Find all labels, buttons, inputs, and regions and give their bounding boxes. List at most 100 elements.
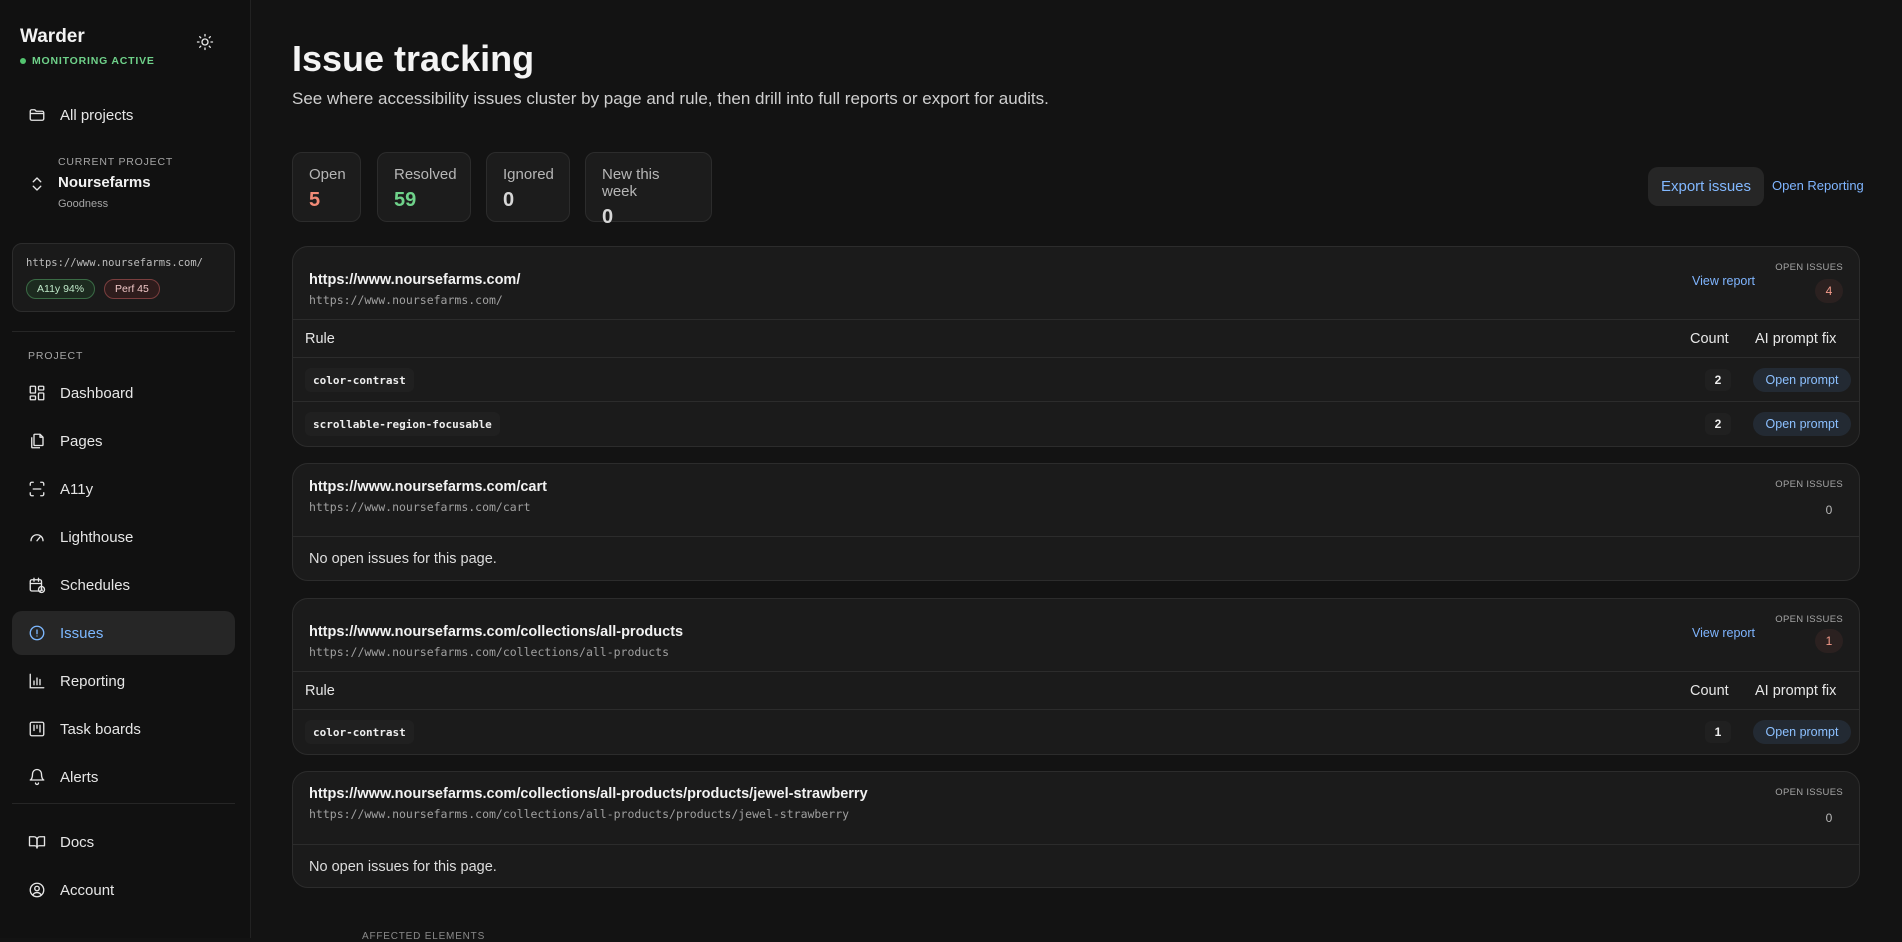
open-issues-count: 0 xyxy=(1825,811,1833,825)
sun-icon xyxy=(196,33,214,51)
stat-value: 59 xyxy=(394,189,417,211)
page-card-header: https://www.noursefarms.com/ https://www… xyxy=(293,247,1859,319)
export-issues-button[interactable]: Export issues xyxy=(1648,167,1764,206)
rules-table-header: Rule Count AI prompt fix xyxy=(293,319,1859,357)
sidebar-item-task-boards[interactable]: Task boards xyxy=(12,707,235,751)
rule-name: scrollable-region-focusable xyxy=(305,412,500,436)
theme-toggle-button[interactable] xyxy=(193,30,217,54)
sidebar-item-docs[interactable]: Docs xyxy=(12,820,235,864)
stat-label: Resolved xyxy=(394,166,457,183)
column-header-rule: Rule xyxy=(305,682,335,699)
sidebar-item-a11y[interactable]: A11y xyxy=(12,467,235,511)
project-switcher[interactable]: CURRENT PROJECT Noursefarms Goodness xyxy=(28,156,238,216)
sidebar: Warder MONITORING ACTIVE All projects CU… xyxy=(0,0,251,938)
reporting-icon xyxy=(29,673,45,689)
view-report-link[interactable]: View report xyxy=(1692,274,1755,288)
open-issues-label: OPEN ISSUES xyxy=(1775,787,1843,798)
open-issues-label: OPEN ISSUES xyxy=(1775,479,1843,490)
affected-elements-label: AFFECTED ELEMENTS xyxy=(362,931,486,942)
table-row: color-contrast 2 Open prompt xyxy=(293,357,1859,401)
rules-table-header: Rule Count AI prompt fix xyxy=(293,671,1859,709)
sidebar-item-pages[interactable]: Pages xyxy=(12,419,235,463)
issues-icon xyxy=(29,625,45,641)
stat-label: New this week xyxy=(602,166,660,200)
open-issues-count: 4 xyxy=(1815,279,1843,303)
view-report-link[interactable]: View report xyxy=(1692,626,1755,640)
lighthouse-icon xyxy=(30,534,44,542)
a11y-score-badge: A11y 94% xyxy=(26,279,96,299)
stat-label: Ignored xyxy=(503,166,554,183)
page-card-url: https://www.noursefarms.com/cart xyxy=(309,500,531,514)
open-prompt-button[interactable]: Open prompt xyxy=(1753,368,1851,392)
sidebar-item-alerts[interactable]: Alerts xyxy=(12,755,235,799)
empty-state-text: No open issues for this page. xyxy=(309,859,497,875)
brand: Warder MONITORING ACTIVE xyxy=(20,26,155,67)
page-issue-card: https://www.noursefarms.com/collections/… xyxy=(292,771,1860,888)
chevron-up-down-icon xyxy=(32,177,42,191)
sidebar-item-label: Reporting xyxy=(60,672,126,690)
current-project-name: Noursefarms xyxy=(58,174,151,191)
all-projects-link[interactable]: All projects xyxy=(12,93,235,137)
sidebar-item-label: Schedules xyxy=(60,576,131,594)
sidebar-item-label: A11y xyxy=(60,480,94,498)
stat-open: Open 5 xyxy=(292,152,361,222)
project-section-label: PROJECT xyxy=(28,350,84,362)
rule-name: color-contrast xyxy=(305,720,414,744)
rule-count: 2 xyxy=(1705,413,1731,435)
column-header-count: Count xyxy=(1690,682,1729,699)
page-card-title: https://www.noursefarms.com/collections/… xyxy=(309,624,684,640)
open-issues-label: OPEN ISSUES xyxy=(1775,262,1843,273)
task-boards-icon xyxy=(29,721,45,737)
current-project-label: CURRENT PROJECT xyxy=(58,156,174,168)
open-prompt-button[interactable]: Open prompt xyxy=(1753,412,1851,436)
current-project-sub: Goodness xyxy=(58,198,109,210)
sidebar-item-dashboard[interactable]: Dashboard xyxy=(12,371,235,415)
sidebar-item-label: Issues xyxy=(60,624,104,642)
pages-icon xyxy=(31,433,44,449)
open-issues-count: 1 xyxy=(1815,629,1843,653)
stat-resolved: Resolved 59 xyxy=(377,152,471,222)
page-card-url: https://www.noursefarms.com/collections/… xyxy=(309,645,670,659)
stat-value: 5 xyxy=(309,189,321,211)
sidebar-item-label: Task boards xyxy=(60,720,141,738)
folder-icon xyxy=(29,109,45,121)
page-issue-card: https://www.noursefarms.com/collections/… xyxy=(292,598,1860,755)
rule-count: 1 xyxy=(1705,721,1731,743)
page-issue-card: https://www.noursefarms.com/cart https:/… xyxy=(292,463,1860,581)
stat-label: Open xyxy=(309,166,346,183)
page-subtitle: See where accessibility issues cluster b… xyxy=(292,89,1049,108)
page-card-url: https://www.noursefarms.com/ xyxy=(309,293,503,307)
docs-icon xyxy=(28,836,46,849)
perf-score-badge: Perf 45 xyxy=(104,279,160,299)
monitoring-status: MONITORING ACTIVE xyxy=(20,55,155,67)
sidebar-item-label: Alerts xyxy=(60,768,99,786)
open-prompt-button[interactable]: Open prompt xyxy=(1753,720,1851,744)
page-card-title: https://www.noursefarms.com/cart xyxy=(309,479,547,495)
site-card[interactable]: https://www.noursefarms.com/ A11y 94% Pe… xyxy=(12,243,235,312)
sidebar-item-account[interactable]: Account xyxy=(12,868,235,912)
sidebar-item-label: Account xyxy=(60,881,115,899)
sidebar-divider xyxy=(12,803,235,804)
column-header-count: Count xyxy=(1690,330,1729,347)
column-header-ai-prompt: AI prompt fix xyxy=(1755,330,1837,347)
site-url: https://www.noursefarms.com/ xyxy=(26,257,204,269)
sidebar-item-label: Dashboard xyxy=(60,384,134,402)
page-card-title: https://www.noursefarms.com/collections/… xyxy=(309,786,868,802)
open-issues-label: OPEN ISSUES xyxy=(1775,614,1843,625)
empty-state-row: No open issues for this page. xyxy=(293,844,1859,887)
page-card-header: https://www.noursefarms.com/collections/… xyxy=(293,772,1859,844)
brand-name: Warder xyxy=(20,26,85,47)
schedules-icon xyxy=(29,577,46,594)
page-card-url: https://www.noursefarms.com/collections/… xyxy=(309,807,850,821)
page-issue-card: https://www.noursefarms.com/ https://www… xyxy=(292,246,1860,447)
sidebar-divider xyxy=(12,331,235,332)
sidebar-item-lighthouse[interactable]: Lighthouse xyxy=(12,515,235,559)
dashboard-icon xyxy=(29,385,45,401)
sidebar-item-issues[interactable]: Issues xyxy=(12,611,235,655)
open-reporting-link[interactable]: Open Reporting xyxy=(1772,178,1864,193)
status-dot-icon xyxy=(20,58,26,64)
sidebar-item-schedules[interactable]: Schedules xyxy=(12,563,235,607)
table-row: color-contrast 1 Open prompt xyxy=(293,709,1859,753)
page-card-header: https://www.noursefarms.com/collections/… xyxy=(293,599,1859,671)
sidebar-item-reporting[interactable]: Reporting xyxy=(12,659,235,703)
